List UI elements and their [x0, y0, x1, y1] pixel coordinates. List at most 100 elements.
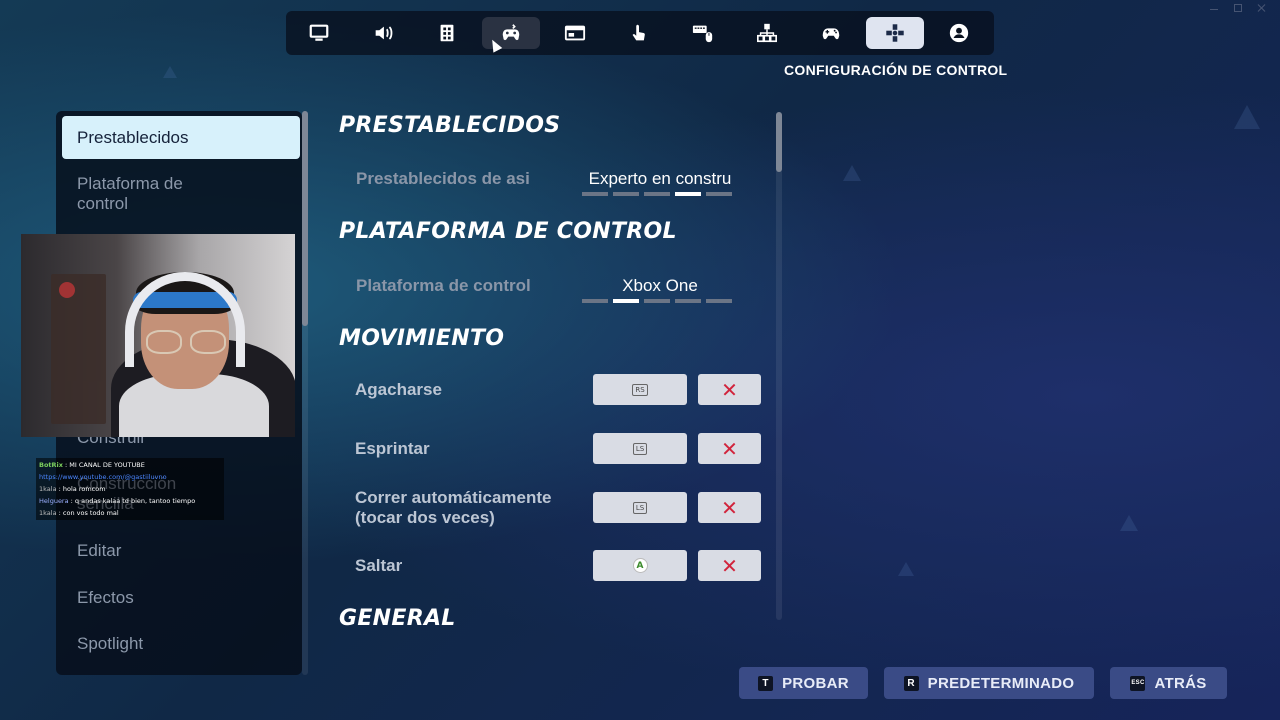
tab-controller[interactable] — [802, 17, 860, 49]
chat-username: 1kala — [39, 485, 57, 493]
selector-dot[interactable] — [675, 299, 701, 303]
chat-line: 1kala : con vos todo mal — [39, 507, 221, 519]
game-settings-icon — [440, 24, 454, 42]
clear-binding-button[interactable]: ✕ — [698, 492, 761, 523]
sidebar-item-efectos[interactable]: Efectos — [62, 588, 300, 608]
option-value-preset[interactable]: Experto en constru — [580, 169, 740, 189]
clear-binding-button[interactable]: ✕ — [698, 433, 761, 464]
account-icon — [949, 23, 969, 43]
selector-dot[interactable] — [644, 299, 670, 303]
monitor-icon — [309, 24, 329, 41]
tab-game[interactable] — [418, 17, 476, 49]
content-scrollbar-thumb[interactable] — [776, 112, 782, 172]
content-scrollbar-track[interactable] — [776, 112, 782, 620]
settings-content: PRESTABLECIDOS Prestablecidos de asi Exp… — [330, 105, 770, 635]
chat-message: : hola romcom — [58, 485, 106, 493]
selector-dot-active[interactable] — [613, 299, 639, 303]
atras-button[interactable]: ESC ATRÁS — [1110, 667, 1227, 699]
section-title-prestablecidos: PRESTABLECIDOS — [339, 113, 561, 138]
atras-label: ATRÁS — [1154, 674, 1207, 692]
tab-hud[interactable] — [546, 17, 604, 49]
decorative-triangle — [1120, 515, 1138, 531]
touch-icon — [632, 24, 645, 41]
chat-username: BotRix — [39, 461, 63, 469]
binding-button-esprintar[interactable]: LS — [593, 433, 687, 464]
tab-controller-settings[interactable] — [866, 17, 924, 49]
key-hint-t: T — [758, 675, 774, 691]
chat-line: BotRix : MI CANAL DE YOUTUBE — [39, 459, 221, 471]
option-label-platform: Plataforma de control — [356, 276, 531, 295]
webcam-glasses — [146, 330, 226, 354]
sidebar-scrollbar-thumb[interactable] — [302, 111, 308, 326]
option-value-platform[interactable]: Xbox One — [580, 276, 740, 296]
tab-video[interactable] — [290, 17, 348, 49]
chat-line: https://www.youtube.com/@gastiiluvno — [39, 471, 221, 483]
network-icon — [757, 23, 777, 43]
section-title-movimiento: MOVIMIENTO — [339, 326, 505, 351]
predeterminado-label: PREDETERMINADO — [927, 674, 1075, 692]
preset-selector-dots[interactable] — [582, 192, 732, 196]
controller-icon — [822, 28, 840, 40]
keyboard-mouse-icon — [692, 25, 713, 43]
sidebar-item-plataforma[interactable]: Plataforma de control — [62, 174, 222, 214]
decorative-triangle — [1234, 105, 1260, 129]
sidebar-item-editar[interactable]: Editar — [62, 541, 300, 561]
left-stick-icon: LS — [632, 442, 648, 455]
selector-dot[interactable] — [706, 192, 732, 196]
key-hint-esc: ESC — [1130, 675, 1146, 691]
binding-button-agacharse[interactable]: RS — [593, 374, 687, 405]
chat-username: 1kala — [39, 509, 57, 517]
binding-label-esprintar: Esprintar — [355, 439, 430, 458]
platform-selector-dots[interactable] — [582, 299, 732, 303]
option-label-preset: Prestablecidos de asi — [356, 169, 530, 188]
section-title-general: GENERAL — [339, 606, 456, 631]
binding-button-saltar[interactable]: A — [593, 550, 687, 581]
sidebar-item-prestablecidos[interactable]: Prestablecidos — [62, 116, 300, 159]
webcam-overlay — [21, 234, 295, 437]
chat-message: : q andas kalaa td bien, tantoo tiempo — [70, 497, 196, 505]
binding-label-agacharse: Agacharse — [355, 380, 442, 399]
page-title: CONFIGURACIÓN DE CONTROL — [784, 62, 1008, 78]
hud-icon — [564, 25, 586, 41]
selector-dot-active[interactable] — [675, 192, 701, 196]
section-title-plataforma: PLATAFORMA DE CONTROL — [339, 219, 677, 244]
binding-label-correr-auto: Correr automáticamente (tocar dos veces) — [355, 488, 552, 527]
minimize-icon[interactable] — [1210, 4, 1218, 10]
settings-tab-bar — [286, 11, 994, 55]
selector-dot[interactable] — [644, 192, 670, 196]
tab-touch[interactable] — [610, 17, 668, 49]
predeterminado-button[interactable]: R PREDETERMINADO — [884, 667, 1094, 699]
selector-dot[interactable] — [706, 299, 732, 303]
volume-icon — [375, 26, 393, 40]
chat-line: Helguera : q andas kalaa td bien, tantoo… — [39, 495, 221, 507]
tab-account[interactable] — [930, 17, 988, 49]
tab-network[interactable] — [738, 17, 796, 49]
left-stick-icon: LS — [632, 501, 648, 514]
selector-dot[interactable] — [582, 192, 608, 196]
chat-message: https://www.youtube.com/@gastiiluvno — [39, 473, 167, 481]
probar-label: PROBAR — [782, 674, 849, 692]
chat-username: Helguera — [39, 497, 69, 505]
key-hint-r: R — [903, 675, 919, 691]
selector-dot[interactable] — [582, 299, 608, 303]
probar-button[interactable]: T PROBAR — [739, 667, 868, 699]
a-button-icon: A — [632, 558, 648, 573]
window-controls — [1210, 4, 1266, 12]
right-stick-icon: RS — [632, 383, 648, 396]
selector-dot[interactable] — [613, 192, 639, 196]
sidebar-item-spotlight[interactable]: Spotlight — [62, 634, 300, 654]
tab-audio[interactable] — [354, 17, 412, 49]
clear-binding-button[interactable]: ✕ — [698, 374, 761, 405]
chat-message: : con vos todo mal — [58, 509, 119, 517]
accessibility-controller-icon — [502, 24, 520, 41]
tab-keyboard-mouse[interactable] — [674, 17, 732, 49]
decorative-triangle — [898, 562, 914, 576]
controller-settings-icon — [886, 24, 904, 42]
webcam-shelf — [51, 274, 106, 424]
clear-binding-button[interactable]: ✕ — [698, 550, 761, 581]
decorative-triangle — [163, 66, 177, 78]
close-icon[interactable] — [1258, 4, 1266, 12]
binding-button-correr-auto[interactable]: LS — [593, 492, 687, 523]
maximize-icon[interactable] — [1234, 4, 1242, 12]
decorative-triangle — [843, 165, 861, 181]
